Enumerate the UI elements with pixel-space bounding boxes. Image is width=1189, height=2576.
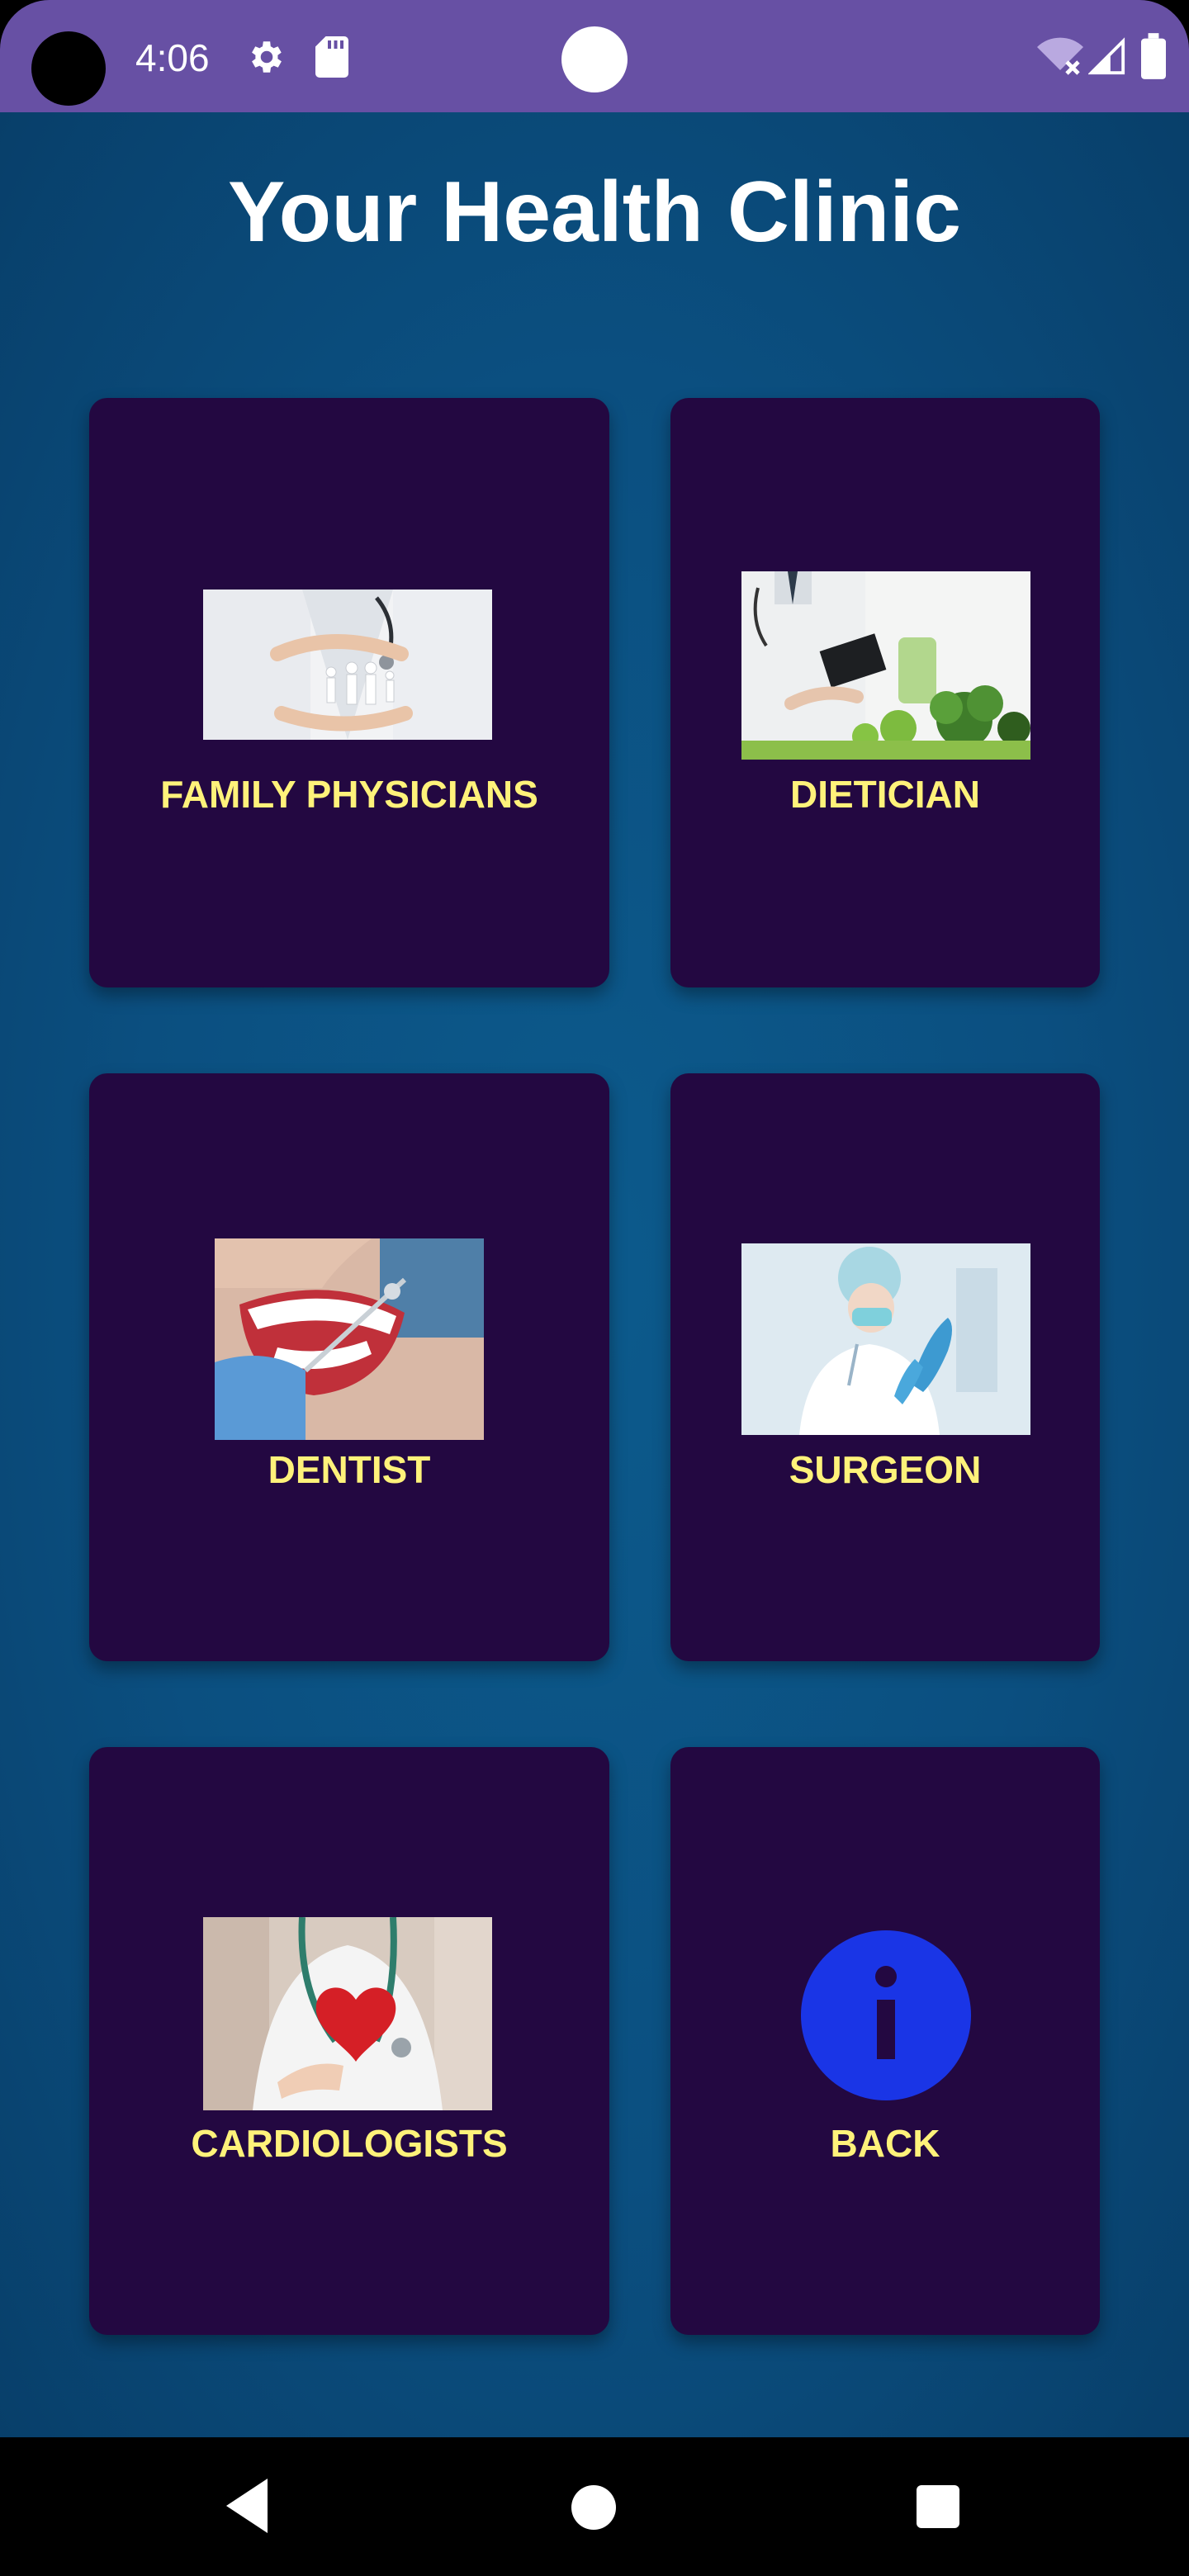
sd-card-icon: [315, 36, 348, 78]
signal-icon: [1088, 37, 1125, 75]
card-label: SURGEON: [789, 1448, 982, 1491]
card-label: DIETICIAN: [790, 773, 980, 816]
dentist-photo: [215, 1238, 484, 1440]
battery-icon: [1141, 33, 1166, 79]
dentist-card[interactable]: DENTIST: [89, 1073, 609, 1661]
wifi-off-icon: [1037, 37, 1083, 75]
family-care-photo: [203, 590, 492, 740]
info-icon: [801, 1930, 971, 2100]
gear-icon: [252, 41, 282, 73]
page-title: Your Health Clinic: [228, 164, 961, 260]
cardiologists-card[interactable]: CARDIOLOGISTS: [89, 1747, 609, 2335]
back-button-label: BACK: [830, 2122, 940, 2165]
surgeon-photo: [741, 1243, 1030, 1435]
card-label: DENTIST: [268, 1448, 431, 1491]
camera-cutout: [31, 31, 106, 106]
back-card[interactable]: BACK: [670, 1747, 1100, 2335]
nav-back-icon[interactable]: [221, 2475, 274, 2536]
nav-home-icon[interactable]: [571, 2485, 616, 2530]
dietician-card[interactable]: DIETICIAN: [670, 398, 1100, 987]
status-bar: 4:06: [0, 0, 1189, 112]
surgeon-card[interactable]: SURGEON: [670, 1073, 1100, 1661]
front-camera: [561, 26, 628, 92]
status-time: 4:06: [135, 36, 210, 79]
cardiology-heart-photo: [203, 1917, 492, 2110]
nav-recents-icon[interactable]: [917, 2485, 959, 2528]
card-label: FAMILY PHYSICIANS: [160, 773, 538, 816]
dietician-photo: [741, 571, 1030, 760]
family-physicians-card[interactable]: FAMILY PHYSICIANS: [89, 398, 609, 987]
card-label: CARDIOLOGISTS: [191, 2122, 508, 2165]
